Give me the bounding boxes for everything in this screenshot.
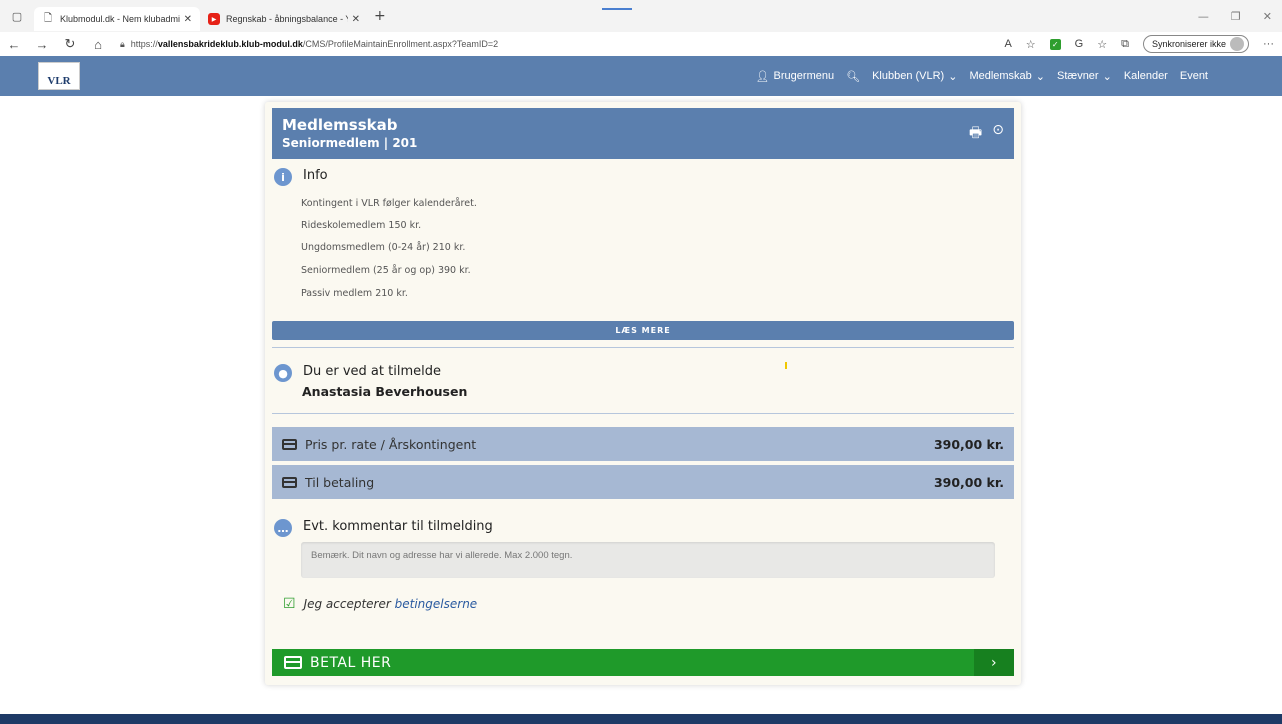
- enrollment-card: Medlemsskab Seniormedlem | 201 🖶 ⊙ i Inf…: [265, 102, 1021, 685]
- forward-icon[interactable]: →: [28, 37, 56, 52]
- menu-staevner[interactable]: Stævner ⌄: [1057, 70, 1112, 83]
- tab-klubmodul[interactable]: 🗋 Klubmodul.dk - Nem klubadmin ✕: [34, 7, 200, 31]
- menu-label: Klubben (VLR): [872, 70, 945, 82]
- site-footer: [0, 714, 1282, 724]
- enroll-member-name: Anastasia Beverhousen: [302, 384, 468, 399]
- info-line: Seniormedlem (25 år og op) 390 kr.: [301, 265, 471, 276]
- logo-text: VLR: [47, 75, 71, 87]
- extension-g-icon[interactable]: G: [1075, 38, 1084, 50]
- chevron-down-icon: ⌄: [1035, 70, 1046, 83]
- user-circle-icon: ●: [274, 364, 292, 382]
- loading-indicator: [602, 8, 632, 10]
- sync-button[interactable]: Synkroniserer ikke: [1142, 35, 1249, 53]
- comment-title: Evt. kommentar til tilmelding: [303, 519, 493, 534]
- collections-icon[interactable]: ⧉: [1121, 38, 1129, 51]
- accept-terms: ☑ Jeg accepterer betingelserne: [283, 596, 477, 612]
- site-navbar: VLR 👤︎ Brugermenu 🔍︎ Klubben (VLR) ⌄ Medle…: [0, 56, 1282, 96]
- favorite-star-icon[interactable]: ☆: [1026, 38, 1036, 51]
- restore-icon[interactable]: ❐: [1231, 10, 1241, 23]
- chevron-down-icon: ⌄: [948, 70, 958, 83]
- menu-label: Event: [1179, 70, 1208, 82]
- chevron-right-icon[interactable]: ›: [974, 649, 1014, 676]
- close-tab-icon[interactable]: ✕: [184, 14, 192, 25]
- minimize-icon[interactable]: —: [1198, 10, 1209, 23]
- card-subtitle: Seniormedlem | 201: [282, 136, 418, 150]
- tab-label: Klubmodul.dk - Nem klubadmin: [60, 14, 180, 24]
- favorites-icon[interactable]: ☆: [1097, 38, 1107, 51]
- credit-card-icon: [282, 438, 297, 450]
- menu-brugermenu[interactable]: 👤︎ Brugermenu: [756, 70, 835, 83]
- total-amount: 390,00 kr.: [933, 474, 1004, 490]
- page-icon: 🗋: [43, 12, 53, 24]
- main-menu: 👤︎ Brugermenu 🔍︎ Klubben (VLR) ⌄ Medlemska…: [756, 70, 1208, 83]
- youtube-icon: ▶: [208, 13, 220, 25]
- user-icon: 👤︎: [755, 70, 770, 83]
- back-icon[interactable]: ←: [0, 37, 28, 52]
- menu-kalender[interactable]: Kalender: [1124, 70, 1168, 82]
- payment-card-icon: [284, 656, 302, 669]
- close-window-icon[interactable]: ✕: [1263, 10, 1272, 23]
- comment-input[interactable]: Bemærk. Dit navn og adresse har vi aller…: [301, 542, 995, 578]
- pay-button-label: BETAL HER: [310, 654, 392, 671]
- terms-link[interactable]: betingelserne: [395, 597, 478, 611]
- read-more-button[interactable]: LÆS MERE: [272, 321, 1014, 340]
- menu-event[interactable]: Event: [1180, 70, 1208, 82]
- header-actions: 🖶 ⊙: [969, 122, 1004, 146]
- close-tab-icon[interactable]: ✕: [352, 14, 360, 25]
- pay-button[interactable]: BETAL HER ›: [272, 649, 1014, 676]
- card-title: Medlemsskab: [282, 116, 398, 134]
- profile-avatar: [1230, 37, 1244, 51]
- menu-label: Brugermenu: [773, 70, 835, 82]
- info-line: Ungdomsmedlem (0-24 år) 210 kr.: [301, 242, 466, 253]
- comment-icon: …: [274, 519, 292, 537]
- url-field[interactable]: 🔒︎ https://vallensbakrideklub.klub-modul…: [120, 39, 498, 50]
- window-controls: — ❐ ✕: [1198, 10, 1282, 23]
- menu-label: Medlemskab: [969, 70, 1032, 82]
- menu-klubben[interactable]: Klubben (VLR) ⌄: [872, 70, 957, 83]
- cursor-marker: [785, 362, 787, 369]
- vlr-logo[interactable]: VLR: [38, 62, 80, 90]
- accept-text: Jeg accepterer: [303, 597, 391, 611]
- url-prefix: https://: [130, 39, 158, 49]
- info-line: Passiv medlem 210 kr.: [301, 288, 408, 299]
- total-label: Til betaling: [305, 474, 375, 490]
- refresh-icon[interactable]: ↻: [56, 36, 84, 52]
- url-path: /CMS/ProfileMaintainEnrollment.aspx?Team…: [302, 39, 499, 49]
- print-icon[interactable]: 🖶: [969, 122, 982, 146]
- back-circle-icon[interactable]: ⊙: [992, 122, 1004, 146]
- tab-actions-icon[interactable]: ▢: [0, 10, 34, 23]
- sync-label: Synkroniserer ikke: [1151, 39, 1226, 49]
- price-amount: 390,00 kr.: [933, 436, 1004, 452]
- menu-label: Stævner: [1057, 70, 1099, 82]
- divider: [272, 347, 1014, 348]
- info-line: Rideskolemedlem 150 kr.: [301, 220, 422, 231]
- browser-tab-bar: ▢ 🗋 Klubmodul.dk - Nem klubadmin ✕ ▶ Reg…: [0, 0, 1282, 32]
- divider: [272, 413, 1014, 414]
- enroll-title: Du er ved at tilmelde: [303, 364, 441, 379]
- extension-check-icon[interactable]: ✓: [1049, 38, 1061, 50]
- home-icon[interactable]: ⌂: [84, 37, 112, 52]
- menu-medlemskab[interactable]: Medlemskab ⌄: [969, 70, 1045, 83]
- read-aloud-icon[interactable]: A: [1004, 38, 1011, 50]
- search-icon[interactable]: 🔍︎: [846, 70, 860, 83]
- url-host: vallensbakrideklub.klub-modul.dk: [157, 39, 303, 49]
- lock-icon: 🔒︎: [120, 38, 125, 49]
- address-bar: ← → ↻ ⌂ 🔒︎ https://vallensbakrideklub.kl…: [0, 32, 1282, 56]
- credit-card-icon: [282, 476, 297, 488]
- more-options-icon[interactable]: ···: [1263, 38, 1274, 50]
- tab-label: Regnskab - åbningsbalance - Yo: [226, 14, 348, 24]
- checkbox-checked-icon[interactable]: ☑: [283, 596, 296, 612]
- chevron-down-icon: ⌄: [1102, 70, 1112, 83]
- info-icon: i: [274, 168, 292, 186]
- card-header: Medlemsskab Seniormedlem | 201 🖶 ⊙: [272, 108, 1014, 159]
- price-label: Pris pr. rate / Årskontingent: [305, 436, 477, 452]
- browser-toolbar: A ☆ ✓ G ☆ ⧉ Synkroniserer ikke ···: [1004, 35, 1282, 53]
- price-row: Pris pr. rate / Årskontingent 390,00 kr.: [272, 427, 1014, 461]
- tab-regnskab[interactable]: ▶ Regnskab - åbningsbalance - Yo ✕: [200, 7, 368, 31]
- total-row: Til betaling 390,00 kr.: [272, 465, 1014, 499]
- new-tab-icon[interactable]: +: [374, 8, 386, 24]
- info-title: Info: [303, 168, 328, 183]
- menu-label: Kalender: [1123, 70, 1168, 82]
- info-line: Kontingent i VLR følger kalenderåret.: [301, 198, 477, 209]
